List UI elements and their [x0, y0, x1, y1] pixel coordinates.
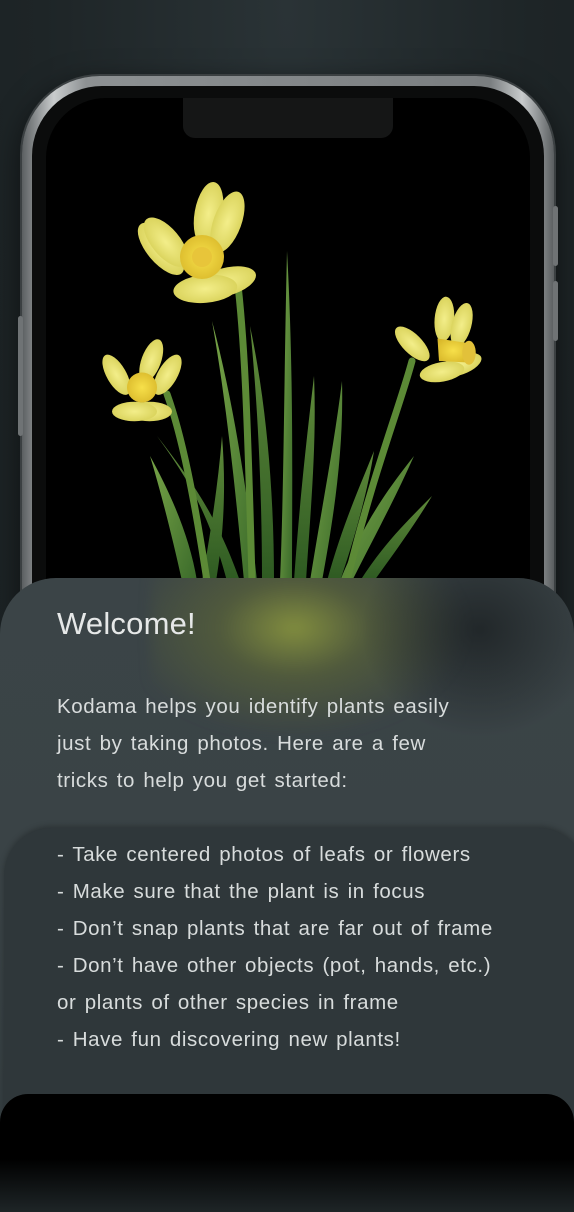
welcome-title: Welcome! — [57, 606, 196, 641]
intro-line: just by taking photos. Here are a few — [57, 732, 426, 755]
tip-item: or plants of other species in frame — [57, 991, 399, 1014]
tip-item: - Make sure that the plant is in focus — [57, 880, 426, 903]
daffodil-flower — [137, 181, 256, 304]
tip-item: - Have fun discovering new plants! — [57, 1028, 401, 1051]
tip-item: - Don’t have other objects (pot, hands, … — [57, 954, 492, 977]
tip-item: - Don’t snap plants that are far out of … — [57, 917, 493, 940]
tips-list: - Take centered photos of leafs or flowe… — [57, 836, 493, 1058]
intro-line: Kodama helps you identify plants easily — [57, 695, 450, 718]
onboarding-screen: Welcome! Kodama helps you identify plant… — [0, 0, 574, 1212]
daffodil-flower — [394, 296, 482, 383]
bottom-bar — [0, 1094, 574, 1212]
welcome-intro: Kodama helps you identify plants easily … — [57, 688, 487, 799]
tip-item: - Take centered photos of leafs or flowe… — [57, 843, 471, 866]
intro-line: tricks to help you get started: — [57, 769, 348, 792]
